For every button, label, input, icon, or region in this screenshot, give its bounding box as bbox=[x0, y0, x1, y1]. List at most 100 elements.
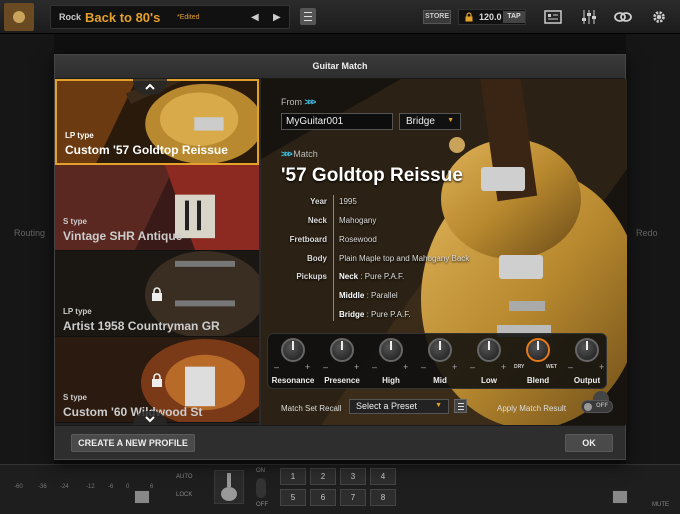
tuner-icon[interactable] bbox=[544, 9, 562, 25]
preset-category: Rock bbox=[59, 12, 82, 22]
spec-divider bbox=[333, 195, 334, 321]
spec-year-key: Year bbox=[310, 197, 327, 206]
resonance-label: Resonance bbox=[271, 376, 315, 385]
from-label: From >>> bbox=[281, 97, 317, 107]
pickup-position-value: Bridge bbox=[406, 116, 435, 127]
auto-label[interactable]: AUTO bbox=[176, 474, 193, 480]
preset-list-button[interactable] bbox=[454, 399, 467, 413]
knob-max-mark: + bbox=[403, 362, 409, 372]
chevron-right-icon: >>> bbox=[304, 97, 317, 107]
previous-preset-icon[interactable]: ◀ bbox=[251, 12, 259, 23]
source-guitar-input[interactable]: MyGuitar001 bbox=[281, 113, 393, 130]
lock-icon[interactable] bbox=[464, 12, 474, 22]
tempo-box: 120.0 TAP bbox=[458, 9, 526, 25]
spec-neck-value: Mahogany bbox=[339, 216, 377, 225]
create-new-profile-button[interactable]: CREATE A NEW PROFILE bbox=[71, 434, 195, 452]
chevron-right-icon: >>> bbox=[281, 149, 293, 159]
guitar-list-item[interactable]: LP type Artist 1958 Countryman GR bbox=[55, 251, 259, 337]
scene-button-5[interactable]: 5 bbox=[280, 489, 306, 506]
guitar-name: Custom '60 Wildwood St bbox=[63, 405, 203, 419]
guitar-list[interactable]: LP type Custom '57 Goldtop Reissue S typ… bbox=[55, 79, 259, 425]
app-logo bbox=[4, 3, 34, 31]
mixer-icon[interactable] bbox=[580, 9, 598, 25]
scene-button-7[interactable]: 7 bbox=[340, 489, 366, 506]
guitar-name: Custom '57 Goldtop Reissue bbox=[65, 143, 228, 157]
guitar-type: LP type bbox=[65, 131, 94, 140]
store-button[interactable]: STORE bbox=[423, 10, 451, 24]
output-label: Output bbox=[573, 376, 601, 385]
dialog-title: Guitar Match bbox=[312, 61, 368, 71]
lock-label[interactable]: LOCK bbox=[176, 492, 192, 498]
toggle-knob bbox=[584, 403, 592, 411]
mute-label[interactable]: MUTE bbox=[652, 502, 669, 508]
spec-fretboard-key: Fretboard bbox=[289, 235, 327, 244]
off-label: OFF bbox=[256, 502, 268, 508]
guitar-type: S type bbox=[63, 393, 88, 402]
dropdown-arrow-icon: ▼ bbox=[447, 117, 454, 124]
preset-menu-button[interactable] bbox=[300, 8, 316, 25]
guitar-type: S type bbox=[63, 217, 88, 226]
scene-button-6[interactable]: 6 bbox=[310, 489, 336, 506]
match-set-preset-select[interactable]: Select a Preset ▼ bbox=[349, 399, 449, 414]
mid-knob[interactable] bbox=[428, 338, 452, 362]
input-guitar-icon[interactable] bbox=[214, 470, 244, 504]
knob-max-mark: + bbox=[452, 362, 458, 372]
spec-year-value: 1995 bbox=[339, 197, 357, 206]
knob-max-mark: + bbox=[599, 362, 605, 372]
guitar-list-item[interactable]: S type Vintage SHR Antique bbox=[55, 165, 259, 251]
db-scale-mark: -60 bbox=[14, 484, 23, 490]
output-knob[interactable] bbox=[575, 338, 599, 362]
bpm-value[interactable]: 120.0 bbox=[479, 12, 502, 22]
resonance-knob[interactable] bbox=[281, 338, 305, 362]
scene-button-2[interactable]: 2 bbox=[310, 468, 336, 485]
dialog-header: Guitar Match bbox=[55, 55, 625, 79]
apply-match-result-label: Apply Match Result bbox=[497, 404, 566, 413]
top-toolbar: Rock Back to 80's *Edited ◀ ▶ STORE 120.… bbox=[0, 0, 680, 34]
high-label: High bbox=[382, 376, 400, 385]
guitar-list-item[interactable]: S type Custom '60 Wildwood St bbox=[55, 337, 259, 423]
db-scale-mark: -12 bbox=[86, 484, 95, 490]
match-label: >>> Match bbox=[281, 149, 318, 159]
ok-button[interactable]: OK bbox=[565, 434, 613, 452]
db-scale-mark: -24 bbox=[60, 484, 69, 490]
power-switch[interactable] bbox=[256, 478, 266, 498]
next-preset-icon[interactable]: ▶ bbox=[273, 12, 281, 23]
dialog-footer: CREATE A NEW PROFILE OK bbox=[55, 425, 625, 459]
apply-match-toggle[interactable]: OFF bbox=[581, 400, 613, 413]
match-detail-panel: From >>> MyGuitar001 Bridge ▼ >>> Match … bbox=[261, 79, 627, 425]
knob-min-mark: – bbox=[372, 362, 378, 372]
settings-gear-icon[interactable] bbox=[650, 9, 668, 25]
guitar-match-dialog: Guitar Match LP type Custom '57 Goldtop … bbox=[54, 54, 627, 460]
on-label: ON bbox=[256, 468, 265, 474]
preset-select-placeholder: Select a Preset bbox=[356, 401, 418, 411]
blend-wet-label: WET bbox=[546, 364, 558, 370]
preset-selector[interactable]: Rock Back to 80's *Edited ◀ ▶ bbox=[50, 5, 290, 29]
pickup-position-select[interactable]: Bridge ▼ bbox=[399, 113, 461, 130]
blend-knob[interactable] bbox=[526, 338, 550, 362]
scene-button-3[interactable]: 3 bbox=[340, 468, 366, 485]
knob-min-mark: – bbox=[421, 362, 427, 372]
presence-knob[interactable] bbox=[330, 338, 354, 362]
input-fader-handle[interactable] bbox=[134, 490, 150, 504]
chevron-down-icon bbox=[145, 416, 155, 423]
mid-label: Mid bbox=[433, 376, 447, 385]
guitar-type: LP type bbox=[63, 307, 92, 316]
dropdown-arrow-icon: ▼ bbox=[435, 402, 442, 409]
chevron-up-icon bbox=[145, 83, 155, 90]
match-guitar-name: '57 Goldtop Reissue bbox=[281, 165, 463, 186]
low-knob[interactable] bbox=[477, 338, 501, 362]
scene-button-4[interactable]: 4 bbox=[370, 468, 396, 485]
scene-button-1[interactable]: 1 bbox=[280, 468, 306, 485]
db-scale-mark: -36 bbox=[38, 484, 47, 490]
knob-min-mark: – bbox=[323, 362, 329, 372]
presence-label: Presence bbox=[324, 376, 360, 385]
knob-max-mark: + bbox=[354, 362, 360, 372]
tap-tempo-button[interactable]: TAP bbox=[503, 11, 525, 23]
db-scale-mark: 6 bbox=[150, 484, 154, 490]
spec-body-value: Plain Maple top and Mahogany Back bbox=[339, 254, 470, 263]
spec-body-key: Body bbox=[307, 254, 327, 263]
output-fader-handle[interactable] bbox=[612, 490, 628, 504]
link-icon[interactable] bbox=[614, 9, 632, 25]
high-knob[interactable] bbox=[379, 338, 403, 362]
scene-button-8[interactable]: 8 bbox=[370, 489, 396, 506]
